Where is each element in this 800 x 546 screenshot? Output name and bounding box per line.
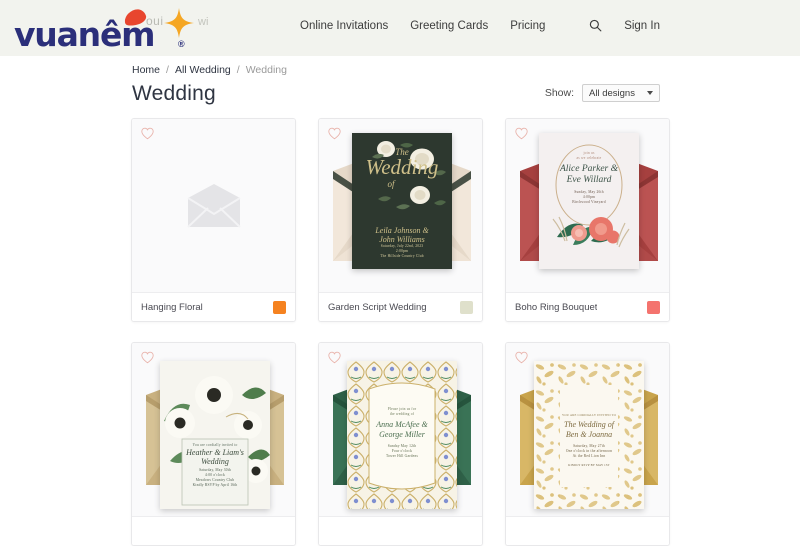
show-filter: Show: All designs [545, 84, 660, 102]
design-card-footer [506, 516, 669, 545]
invite-line-7: KINDLY RSVP BY MAY 1ST [568, 463, 610, 467]
design-card-footer [319, 516, 482, 545]
nav-item-greeting-cards[interactable]: Greeting Cards [410, 20, 488, 32]
show-filter-label: Show: [544, 87, 574, 99]
main-nav: Online Invitations Greeting Cards Pricin… [300, 20, 545, 32]
invitation-text: join us as we celebrate Alice Parker & E… [539, 151, 639, 205]
invite-line-5: John Williams [379, 235, 425, 244]
breadcrumb-item-home[interactable]: Home [132, 64, 160, 76]
design-card-swatch[interactable] [273, 525, 286, 538]
show-filter-select[interactable]: All designs [582, 84, 660, 102]
card-artwork-boho-ring: join us as we celebrate Alice Parker & E… [506, 119, 669, 293]
invite-line-3: Alice Parker & [559, 164, 619, 174]
card-artwork-gold-floral: YOU ARE CORDIALLY INVITED TO The Wedding… [506, 343, 669, 517]
design-card[interactable]: You are cordially invited to Heather & L… [131, 342, 296, 546]
heart-icon[interactable] [328, 351, 341, 364]
invite-line-7: Kindly RSVP by April 16th [192, 483, 238, 487]
design-card-footer: Boho Ring Bouquet [506, 292, 669, 321]
invite-line-2: as we celebrate [576, 156, 602, 160]
heart-icon[interactable] [328, 127, 341, 140]
sign-in-link[interactable]: Sign In [624, 20, 660, 32]
design-card-art [132, 119, 295, 293]
breadcrumb-separator: / [166, 64, 169, 76]
invite-line-8: The Hillside Country Club [380, 254, 424, 258]
logo-registered-mark: ® [178, 39, 185, 49]
page-title: Wedding [132, 82, 216, 105]
invitation-text: YOU ARE CORDIALLY INVITED TO The Wedding… [534, 413, 644, 468]
invite-line-3: Anna McAfee & [376, 420, 428, 429]
invite-line-4: Leila Johnson & [375, 226, 429, 235]
card-artwork-ornate-green: Please join us for the wedding of Anna M… [319, 343, 482, 517]
invitation-graphic: join us as we celebrate Alice Parker & E… [539, 133, 639, 269]
search-icon[interactable] [589, 19, 602, 32]
design-card[interactable]: join us as we celebrate Alice Parker & E… [505, 118, 670, 322]
page-root: oui wi vuanêm ® Online Invitations Greet… [0, 0, 800, 546]
design-grid: Hanging Floral The Wedding of Leila John… [131, 118, 671, 546]
design-card-swatch[interactable] [647, 300, 660, 314]
star-icon [164, 8, 194, 38]
design-card-swatch[interactable] [647, 525, 660, 538]
invitation-text: You are cordially invited to Heather & L… [160, 443, 270, 488]
invite-line-3: Wedding [201, 457, 229, 466]
invite-line-4: George Miller [379, 430, 425, 439]
card-artwork-garden-script: The Wedding of Leila Johnson & John Will… [319, 119, 482, 293]
design-card-art: The Wedding of Leila Johnson & John Will… [319, 119, 482, 293]
chevron-down-icon [647, 91, 653, 95]
design-card-art: You are cordially invited to Heather & L… [132, 343, 295, 517]
card-artwork-anemone-gold: You are cordially invited to Heather & L… [132, 343, 295, 517]
invite-line-2: the wedding of [389, 412, 415, 416]
nav-item-pricing[interactable]: Pricing [510, 20, 545, 32]
design-card-art: join us as we celebrate Alice Parker & E… [506, 119, 669, 293]
heart-icon[interactable] [515, 351, 528, 364]
heart-icon[interactable] [141, 127, 154, 140]
invite-line-6: At the Red Lion Inn [572, 454, 606, 458]
breadcrumb-item-wedding: Wedding [245, 64, 287, 76]
design-card-title: Garden Script Wedding [328, 301, 427, 313]
invitation-graphic: The Wedding of Leila Johnson & John Will… [352, 133, 452, 269]
design-card[interactable]: Please join us for the wedding of Anna M… [318, 342, 483, 546]
breadcrumb: Home / All Wedding / Wedding [132, 64, 287, 76]
design-card-swatch[interactable] [460, 300, 473, 314]
invite-line-7: Birchwood Vineyard [572, 200, 606, 204]
envelope-placeholder-icon [186, 184, 241, 228]
design-card[interactable]: YOU ARE CORDIALLY INVITED TO The Wedding… [505, 342, 670, 546]
invitation-graphic: You are cordially invited to Heather & L… [160, 361, 270, 509]
invite-line-4: Eve Willard [566, 175, 612, 185]
invitation-text: Please join us for the wedding of Anna M… [347, 407, 457, 459]
design-card-title: Boho Ring Bouquet [515, 301, 598, 313]
logo-wordmark: vuanêm [14, 15, 156, 54]
invite-line-2: Heather & Liam's [186, 448, 244, 457]
design-card[interactable]: The Wedding of Leila Johnson & John Will… [318, 118, 483, 322]
invite-line-7: Tower Hill Gardens [385, 454, 419, 458]
design-card-footer [132, 516, 295, 545]
heart-icon[interactable] [141, 351, 154, 364]
nav-item-online-invitations[interactable]: Online Invitations [300, 20, 388, 32]
invitation-text: The Wedding of [352, 147, 452, 189]
brand-logo[interactable]: oui wi vuanêm ® [6, 6, 238, 56]
breadcrumb-item-all-wedding[interactable]: All Wedding [175, 64, 231, 76]
design-card-swatch[interactable] [460, 525, 473, 538]
design-card-art: YOU ARE CORDIALLY INVITED TO The Wedding… [506, 343, 669, 517]
design-card-footer: Garden Script Wedding [319, 292, 482, 321]
invite-line-2: Wedding [365, 155, 439, 179]
invite-line-1: YOU ARE CORDIALLY INVITED TO [562, 413, 616, 417]
design-card-footer: Hanging Floral [132, 292, 295, 321]
invite-line-3: of [387, 179, 395, 189]
invitation-graphic: YOU ARE CORDIALLY INVITED TO The Wedding… [534, 361, 644, 509]
design-card-title: Hanging Floral [141, 301, 203, 313]
logo-ghost-text-2: wi [198, 16, 209, 28]
show-filter-value: All designs [589, 87, 635, 99]
invitation-details: Leila Johnson & John Williams Saturday, … [352, 226, 452, 259]
breadcrumb-separator: / [236, 64, 240, 76]
invitation-graphic: Please join us for the wedding of Anna M… [347, 361, 457, 509]
design-card-swatch[interactable] [273, 300, 286, 314]
header-actions: Sign In [589, 19, 660, 32]
heart-icon[interactable] [515, 127, 528, 140]
design-card-art: Please join us for the wedding of Anna M… [319, 343, 482, 517]
invite-line-3: Ben & Joanna [565, 430, 613, 439]
invite-line-2: The Wedding of [564, 420, 614, 429]
design-card[interactable]: Hanging Floral [131, 118, 296, 322]
